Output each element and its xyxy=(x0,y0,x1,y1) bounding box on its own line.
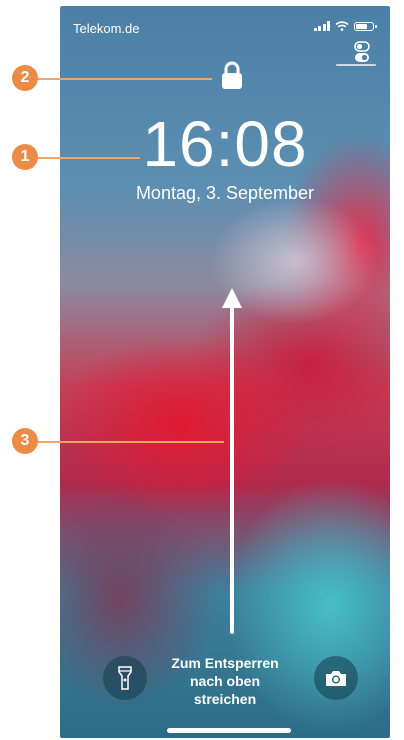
wifi-icon xyxy=(335,21,349,31)
unlock-hint-line: nach oben xyxy=(189,673,260,689)
status-icons xyxy=(313,21,377,31)
flashlight-icon xyxy=(118,666,132,690)
unlock-hint-line: streichen xyxy=(193,691,257,707)
home-indicator[interactable] xyxy=(167,728,291,733)
swipe-up-arrow xyxy=(222,288,242,634)
camera-button[interactable] xyxy=(314,656,358,700)
carrier-name: Telekom.de xyxy=(73,21,140,36)
lock-screen: Telekom.de 16:08 Montag, 3. September Zu… xyxy=(60,6,390,738)
cellular-signal-icon xyxy=(313,21,330,31)
control-center-indicator[interactable] xyxy=(336,64,376,66)
padlock-icon xyxy=(222,61,242,89)
flashlight-button[interactable] xyxy=(103,656,147,700)
callout-line-3 xyxy=(34,441,224,443)
battery-icon xyxy=(354,21,377,31)
unlock-hint-line: Zum Entsperren xyxy=(171,655,279,671)
callout-badge-3: 3 xyxy=(12,428,38,454)
unlock-hint: Zum Entsperren nach oben streichen xyxy=(155,654,295,708)
lock-screen-time: 16:08 xyxy=(142,108,308,180)
callout-line-2 xyxy=(34,78,212,80)
callout-line-1 xyxy=(34,157,140,159)
camera-icon xyxy=(326,670,346,686)
callout-badge-1: 1 xyxy=(12,144,38,170)
lock-screen-date: Montag, 3. September xyxy=(135,183,315,203)
callout-badge-2: 2 xyxy=(12,65,38,91)
